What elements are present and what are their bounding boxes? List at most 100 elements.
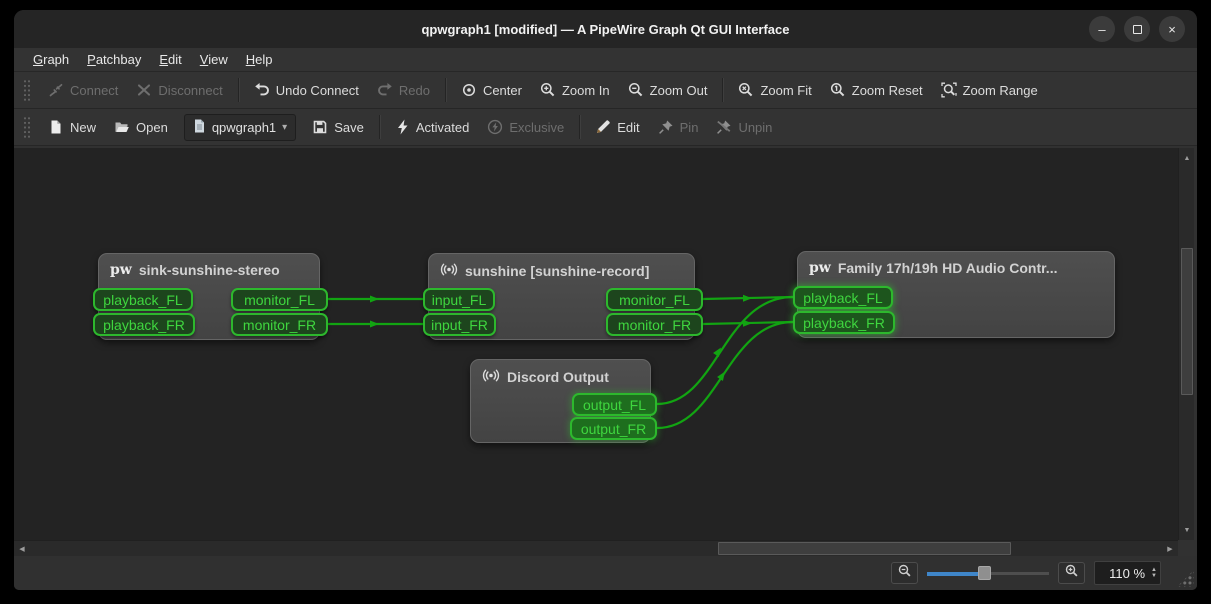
close-icon: × [1168, 22, 1176, 37]
activated-icon [395, 119, 410, 135]
vertical-scrollbar[interactable]: ▲ ▼ [1178, 148, 1194, 540]
center-icon [461, 82, 477, 98]
minimize-icon: – [1098, 22, 1105, 37]
scroll-right-arrow[interactable]: ▶ [1162, 541, 1178, 557]
port-output[interactable]: monitor_FR [231, 313, 328, 336]
port-input[interactable]: playback_FR [93, 313, 195, 336]
zoom-range-icon [941, 82, 957, 98]
unpin-button[interactable]: Unpin [707, 113, 781, 141]
undo-icon [254, 82, 270, 98]
zoom-out-button[interactable]: Zoom Out [619, 76, 717, 104]
undo-connect-button[interactable]: Undo Connect [245, 76, 368, 104]
connections-layer [14, 148, 1178, 540]
port-input[interactable]: input_FR [423, 313, 496, 336]
port-output[interactable]: monitor_FR [606, 313, 703, 336]
horizontal-scrollbar-thumb[interactable] [718, 542, 1011, 555]
toolbar-separator [379, 115, 380, 139]
port-output[interactable]: output_FL [572, 393, 657, 416]
patchbay-profile-combobox[interactable]: qpwgraph1 ▾ [184, 114, 296, 141]
zoom-in-button[interactable]: Zoom In [531, 76, 619, 104]
edit-icon [595, 119, 611, 135]
toolbar-separator [722, 78, 723, 102]
port-input[interactable]: playback_FL [793, 286, 893, 309]
zoom-in-icon [540, 82, 556, 98]
port-input[interactable]: playback_FL [93, 288, 193, 311]
connect-button[interactable]: Connect [39, 76, 127, 104]
edit-button[interactable]: Edit [586, 113, 648, 141]
minimize-button[interactable]: – [1089, 16, 1115, 42]
zoom-slider-handle[interactable] [978, 566, 991, 580]
window-title: qpwgraph1 [modified] — A PipeWire Graph … [421, 22, 789, 37]
menu-graph[interactable]: Graph [24, 52, 78, 67]
port-input[interactable]: input_FL [423, 288, 495, 311]
pin-button[interactable]: Pin [649, 113, 708, 141]
port-output[interactable]: monitor_FL [231, 288, 328, 311]
connection-arrow [370, 321, 379, 328]
save-button[interactable]: Save [303, 113, 373, 141]
vertical-scrollbar-thumb[interactable] [1181, 248, 1193, 395]
close-button[interactable]: × [1159, 16, 1185, 42]
exclusive-button[interactable]: Exclusive [478, 113, 573, 141]
zoom-value: 110 % [1103, 566, 1145, 581]
port-input[interactable]: playback_FR [793, 311, 895, 334]
connection[interactable] [657, 322, 793, 428]
window-resize-grip[interactable] [1177, 570, 1194, 587]
main-toolbar: Connect Disconnect Undo Connect Redo Cen… [14, 72, 1197, 109]
toolbar-separator [579, 115, 580, 139]
titlebar[interactable]: qpwgraph1 [modified] — A PipeWire Graph … [14, 10, 1197, 48]
disconnect-icon [136, 82, 152, 98]
window-controls: – × [1089, 16, 1185, 42]
zoom-slider[interactable] [927, 565, 1049, 581]
menu-edit[interactable]: Edit [150, 52, 190, 67]
patchbay-toolbar: New Open qpwgraph1 ▾ Save Activated Excl… [14, 109, 1197, 146]
unpin-icon [716, 119, 732, 135]
disconnect-button[interactable]: Disconnect [127, 76, 231, 104]
activated-button[interactable]: Activated [386, 113, 478, 141]
statusbar: 110 % ▲ ▼ [14, 556, 1197, 590]
menu-patchbay[interactable]: Patchbay [78, 52, 150, 67]
graph-canvas[interactable]: pw sink-sunshine-stereo sunshine [sunshi… [14, 148, 1178, 540]
menu-view[interactable]: View [191, 52, 237, 67]
statusbar-zoom-in-button[interactable] [1058, 562, 1085, 584]
exclusive-icon [487, 119, 503, 135]
zoom-reset-button[interactable]: Zoom Reset [821, 76, 932, 104]
toolbar-separator [445, 78, 446, 102]
patchbay-profile-value: qpwgraph1 [212, 120, 276, 135]
app-window: qpwgraph1 [modified] — A PipeWire Graph … [14, 10, 1197, 590]
maximize-icon [1133, 25, 1142, 34]
zoom-out-icon [898, 564, 912, 583]
new-file-icon [48, 119, 64, 135]
maximize-button[interactable] [1124, 16, 1150, 42]
scroll-left-arrow[interactable]: ◀ [14, 541, 30, 557]
new-button[interactable]: New [39, 113, 105, 141]
zoom-range-button[interactable]: Zoom Range [932, 76, 1047, 104]
zoom-fit-icon [738, 82, 754, 98]
save-icon [312, 119, 328, 135]
horizontal-scrollbar[interactable]: ◀ ▶ [14, 540, 1178, 556]
pin-icon [658, 119, 674, 135]
scroll-down-arrow[interactable]: ▼ [1179, 522, 1195, 538]
toolbar-drag-handle[interactable] [23, 116, 31, 138]
center-button[interactable]: Center [452, 76, 531, 104]
connection-arrow [743, 295, 752, 302]
port-output[interactable]: output_FR [570, 417, 657, 440]
chevron-down-icon: ▾ [282, 122, 287, 133]
spinbox-arrows[interactable]: ▲ ▼ [1151, 567, 1157, 579]
toolbar-separator [238, 78, 239, 102]
menubar: Graph Patchbay Edit View Help [14, 48, 1197, 72]
connect-icon [48, 82, 64, 98]
zoom-spinbox[interactable]: 110 % ▲ ▼ [1094, 561, 1161, 585]
toolbar-drag-handle[interactable] [23, 79, 31, 101]
statusbar-zoom-out-button[interactable] [891, 562, 918, 584]
spin-down-icon[interactable]: ▼ [1151, 573, 1157, 579]
patchbay-file-icon [193, 119, 206, 136]
connection-arrow [743, 320, 752, 327]
port-output[interactable]: monitor_FL [606, 288, 703, 311]
open-button[interactable]: Open [105, 113, 177, 141]
zoom-in-icon [1065, 564, 1079, 583]
zoom-fit-button[interactable]: Zoom Fit [729, 76, 820, 104]
scroll-up-arrow[interactable]: ▲ [1179, 150, 1195, 166]
menu-help[interactable]: Help [237, 52, 282, 67]
zoom-slider-fill [927, 572, 984, 576]
redo-button[interactable]: Redo [368, 76, 439, 104]
